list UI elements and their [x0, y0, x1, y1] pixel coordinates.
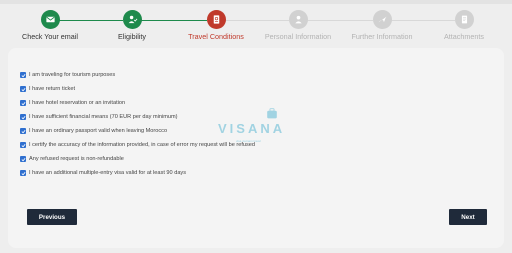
checkbox[interactable]: [20, 114, 26, 120]
progress-stepper: Check Your email Eligibility Travel Cond…: [0, 7, 512, 43]
step-personal-information[interactable]: Personal Information: [253, 10, 343, 40]
suitcase-icon: [267, 108, 277, 119]
condition-tourism[interactable]: I am traveling for tourism purposes: [20, 72, 115, 78]
condition-label: I have sufficient financial means (70 EU…: [29, 114, 178, 120]
step-label: Further Information: [351, 32, 413, 41]
checkmark-icon: [21, 115, 25, 119]
checkmark-icon: [21, 87, 25, 91]
condition-label: I have return ticket: [29, 86, 76, 92]
condition-hotel-reservation[interactable]: I have hotel reservation or an invitatio…: [20, 100, 125, 106]
condition-financial-means[interactable]: I have sufficient financial means (70 EU…: [20, 114, 178, 120]
attachment-icon: [461, 15, 467, 24]
checkbox[interactable]: [20, 100, 26, 106]
condition-non-refundable[interactable]: Any refused request is non-refundable: [20, 156, 124, 162]
condition-label: Any refused request is non-refundable: [29, 156, 124, 162]
step-label: Personal Information: [264, 32, 332, 41]
condition-label: I have hotel reservation or an invitatio…: [29, 100, 126, 106]
step-label: Attachments: [444, 32, 484, 41]
checkmark-icon: [21, 143, 25, 147]
checkbox[interactable]: [20, 86, 26, 92]
plane-icon: [377, 16, 387, 23]
condition-label: I have an ordinary passport valid when l…: [29, 128, 168, 134]
condition-multiple-entry-visa[interactable]: I have an additional multiple-entry visa…: [20, 170, 186, 176]
user-icon: [294, 15, 302, 24]
step-eligibility[interactable]: Eligibility: [87, 10, 177, 40]
watermark: VISANA visa vietnam travel: [218, 108, 292, 150]
checkmark-icon: [21, 73, 25, 77]
step-label: Travel Conditions: [188, 32, 244, 41]
step-circle: [122, 10, 142, 29]
email-icon: [45, 16, 55, 23]
passport-icon: [213, 15, 219, 24]
step-label: Eligibility: [118, 32, 146, 41]
condition-label: I am traveling for tourism purposes: [29, 72, 116, 78]
step-check-email[interactable]: Check Your email: [5, 10, 95, 40]
condition-return-ticket[interactable]: I have return ticket: [20, 86, 75, 92]
step-circle: [40, 10, 60, 29]
condition-label: I have an additional multiple-entry visa…: [29, 170, 187, 176]
checkmark-icon: [21, 129, 25, 133]
checkbox[interactable]: [20, 170, 26, 176]
step-travel-conditions[interactable]: Travel Conditions: [171, 10, 261, 40]
condition-passport[interactable]: I have an ordinary passport valid when l…: [20, 128, 167, 134]
checkbox[interactable]: [20, 156, 26, 162]
step-further-information[interactable]: Further Information: [337, 10, 427, 40]
step-attachments[interactable]: Attachments: [419, 10, 509, 40]
checkmark-icon: [21, 171, 25, 175]
step-circle: [372, 10, 392, 29]
watermark-text: VISANA: [218, 121, 286, 136]
watermark-subtext: visa vietnam travel: [236, 139, 261, 143]
checkbox[interactable]: [20, 128, 26, 134]
next-button[interactable]: Next: [449, 209, 487, 225]
previous-button[interactable]: Previous: [27, 209, 77, 225]
step-circle: [206, 10, 226, 29]
top-band: [0, 0, 512, 4]
checkbox[interactable]: [20, 142, 26, 148]
person-check-icon: [128, 15, 137, 24]
step-circle: [454, 10, 474, 29]
checkmark-icon: [21, 101, 25, 105]
checkbox[interactable]: [20, 72, 26, 78]
checkmark-icon: [21, 157, 25, 161]
step-label: Check Your email: [22, 32, 78, 41]
step-circle: [288, 10, 308, 29]
